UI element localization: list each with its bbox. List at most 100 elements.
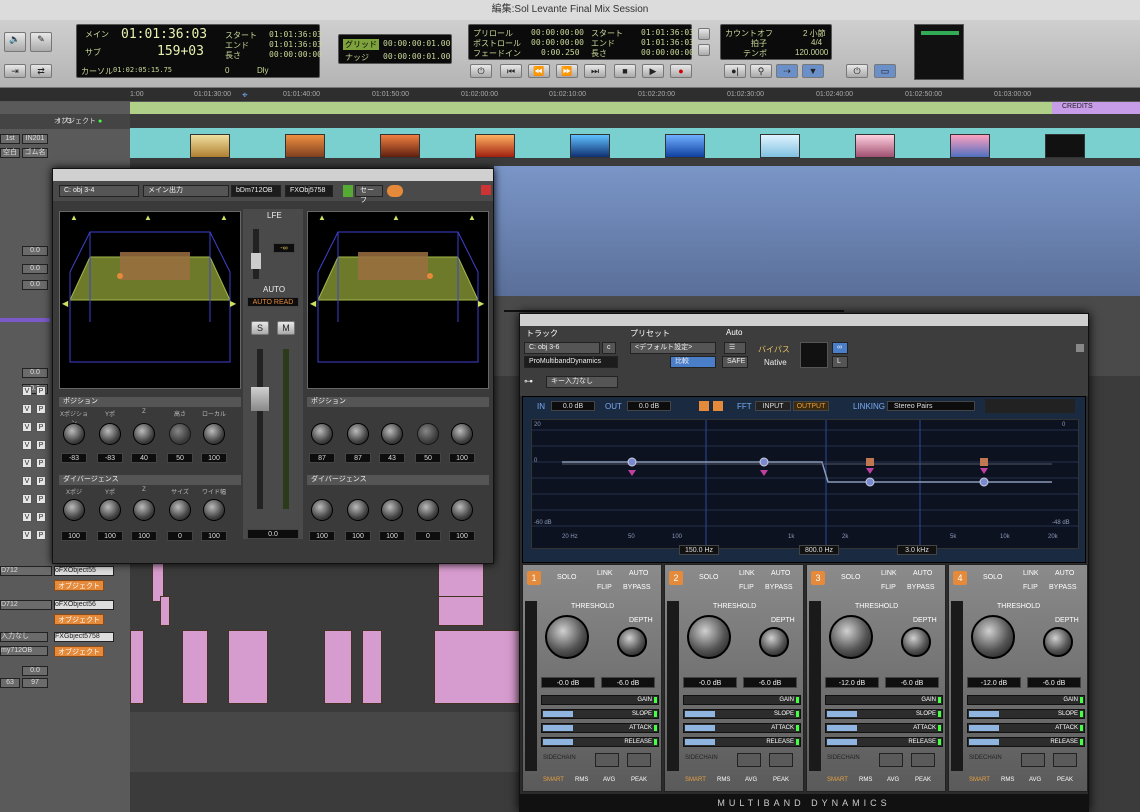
local-knob[interactable]	[203, 423, 225, 445]
rms-mode-button[interactable]: RMS	[859, 777, 872, 783]
output-select[interactable]: my712OB	[0, 646, 48, 656]
local-value[interactable]: 100	[201, 453, 227, 463]
input-select[interactable]: 1st	[0, 134, 20, 144]
loop-toggle[interactable]	[698, 28, 710, 40]
audio-clip[interactable]	[228, 630, 268, 704]
input-select-2[interactable]: 空白	[0, 148, 20, 158]
voice-button[interactable]: V	[22, 440, 32, 450]
attack-slider[interactable]: ATTACK	[825, 723, 943, 733]
link-toggle[interactable]	[698, 44, 710, 56]
slope-slider[interactable]: SLOPE	[541, 709, 659, 719]
solo-button[interactable]: S	[251, 321, 269, 335]
marker-ruler[interactable]: CREDITS	[130, 102, 1140, 114]
output-gain-value[interactable]: 0.0 dB	[627, 401, 671, 411]
avg-mode-button[interactable]: AVG	[887, 777, 899, 783]
auto-button[interactable]: AUTO	[629, 570, 648, 577]
object-track-name[interactable]: オブジェクト ●	[54, 116, 130, 131]
z-position-knob[interactable]	[381, 423, 403, 445]
volume-value[interactable]: 0.0	[22, 246, 48, 256]
y-position-value[interactable]: -83	[97, 453, 123, 463]
y-divergence-value[interactable]: 100	[345, 531, 371, 541]
voice-button[interactable]: V	[22, 494, 32, 504]
solo-button[interactable]: SOLO	[699, 574, 718, 581]
volume-value[interactable]: 0.0	[22, 666, 48, 676]
delay-comp[interactable]: Dly	[257, 66, 269, 75]
size-knob[interactable]	[417, 499, 439, 521]
attack-slider[interactable]: ATTACK	[541, 723, 659, 733]
voice-button[interactable]: V	[22, 386, 32, 396]
grid-mode-button[interactable]: ⇥	[4, 64, 26, 78]
object-mode-button[interactable]: オブジェクト	[54, 646, 104, 657]
right-pan-view[interactable]: ▲ ▲ ▲ ◀ ▶	[307, 211, 489, 389]
object-name-field[interactable]: oFXObject56	[54, 600, 114, 610]
volume-value[interactable]: 0.0	[22, 264, 48, 274]
width-value[interactable]: 100	[449, 531, 475, 541]
pencil-icon[interactable]: ✎	[30, 32, 52, 52]
gain-slider[interactable]: GAIN	[825, 695, 943, 705]
peak-mode-button[interactable]: PEAK	[915, 777, 931, 783]
auto-button[interactable]: AUTO	[1055, 570, 1074, 577]
input-gain-value[interactable]: 0.0 dB	[551, 401, 595, 411]
playhead-marker[interactable]: ⌖	[242, 90, 248, 101]
band-bypass-button[interactable]: BYPASS	[1049, 584, 1077, 591]
conductor-button[interactable]: ⏻	[846, 64, 868, 78]
depth-value[interactable]: -6.0 dB	[885, 677, 939, 688]
stop-button[interactable]: ■	[614, 64, 636, 78]
auto-button[interactable]: AUTO	[913, 570, 932, 577]
threshold-value[interactable]: -12.0 dB	[825, 677, 879, 688]
mute-button[interactable]: M	[277, 321, 295, 335]
depth-value[interactable]: -6.0 dB	[601, 677, 655, 688]
play-button[interactable]: ▶	[642, 64, 664, 78]
volume-value[interactable]: 0.0	[22, 368, 48, 378]
fft-input-button[interactable]: INPUT	[755, 401, 791, 411]
z-divergence-value[interactable]: 100	[131, 531, 157, 541]
window-menu-icon[interactable]	[1076, 344, 1084, 352]
release-slider[interactable]: RELEASE	[683, 737, 801, 747]
sidechain-listen-button[interactable]	[1021, 753, 1045, 767]
avg-mode-button[interactable]: AVG	[603, 777, 615, 783]
track-name[interactable]: D712	[0, 566, 52, 576]
smart-mode-button[interactable]: SMART	[685, 777, 706, 783]
shuffle-mode-button[interactable]: ⇄	[30, 64, 52, 78]
audio-clip[interactable]	[130, 630, 144, 704]
link-button[interactable]: LINK	[739, 570, 755, 577]
x-position-value[interactable]: 87	[309, 453, 335, 463]
link-toggle-icon[interactable]	[387, 185, 403, 197]
playlist-button[interactable]: P	[36, 458, 46, 468]
voice-button[interactable]: V	[22, 458, 32, 468]
sidechain-listen-button[interactable]	[737, 753, 761, 767]
fast-forward-button[interactable]: ⏩	[556, 64, 578, 78]
z-position-value[interactable]: 43	[379, 453, 405, 463]
avg-mode-button[interactable]: AVG	[1029, 777, 1041, 783]
audio-clip[interactable]	[438, 596, 484, 626]
solo-button[interactable]: SOLO	[557, 574, 576, 581]
gain-slider[interactable]: GAIN	[683, 695, 801, 705]
voice-button[interactable]: V	[22, 530, 32, 540]
timeline-ruler[interactable]: 1:00 01:01:30:00 01:01:40:00 01:01:50:00…	[0, 88, 1140, 102]
sidechain-select[interactable]: 入力なし	[0, 632, 48, 642]
track-select[interactable]: C: obj 3-6	[524, 342, 600, 354]
crossover-3-value[interactable]: 3.0 kHz	[897, 545, 937, 555]
track-select[interactable]: C: obj 3-4	[59, 185, 139, 197]
midi-display[interactable]: カウントオフ 2 小節 拍子 4/4 テンポ 120.0000	[720, 24, 832, 60]
track-name[interactable]: D712	[0, 600, 52, 610]
attack-slider[interactable]: ATTACK	[683, 723, 801, 733]
object-mode-button[interactable]: オブジェクト	[54, 580, 104, 591]
output-select[interactable]: IN201	[22, 134, 48, 144]
crossover-1-value[interactable]: 150.0 Hz	[679, 545, 719, 555]
height-value[interactable]: 50	[415, 453, 441, 463]
width-knob[interactable]	[451, 499, 473, 521]
sidechain-listen-button[interactable]	[879, 753, 903, 767]
compare-button[interactable]: 比較	[670, 356, 716, 368]
x-position-knob[interactable]	[311, 423, 333, 445]
local-knob[interactable]	[451, 423, 473, 445]
release-slider[interactable]: RELEASE	[541, 737, 659, 747]
attack-slider[interactable]: ATTACK	[967, 723, 1085, 733]
lock-icon[interactable]: L	[832, 356, 848, 368]
height-knob[interactable]	[417, 423, 439, 445]
depth-value[interactable]: -6.0 dB	[743, 677, 797, 688]
playlist-button[interactable]: P	[36, 512, 46, 522]
size-value[interactable]: 0	[167, 531, 193, 541]
smart-mode-button[interactable]: SMART	[969, 777, 990, 783]
local-value[interactable]: 100	[449, 453, 475, 463]
